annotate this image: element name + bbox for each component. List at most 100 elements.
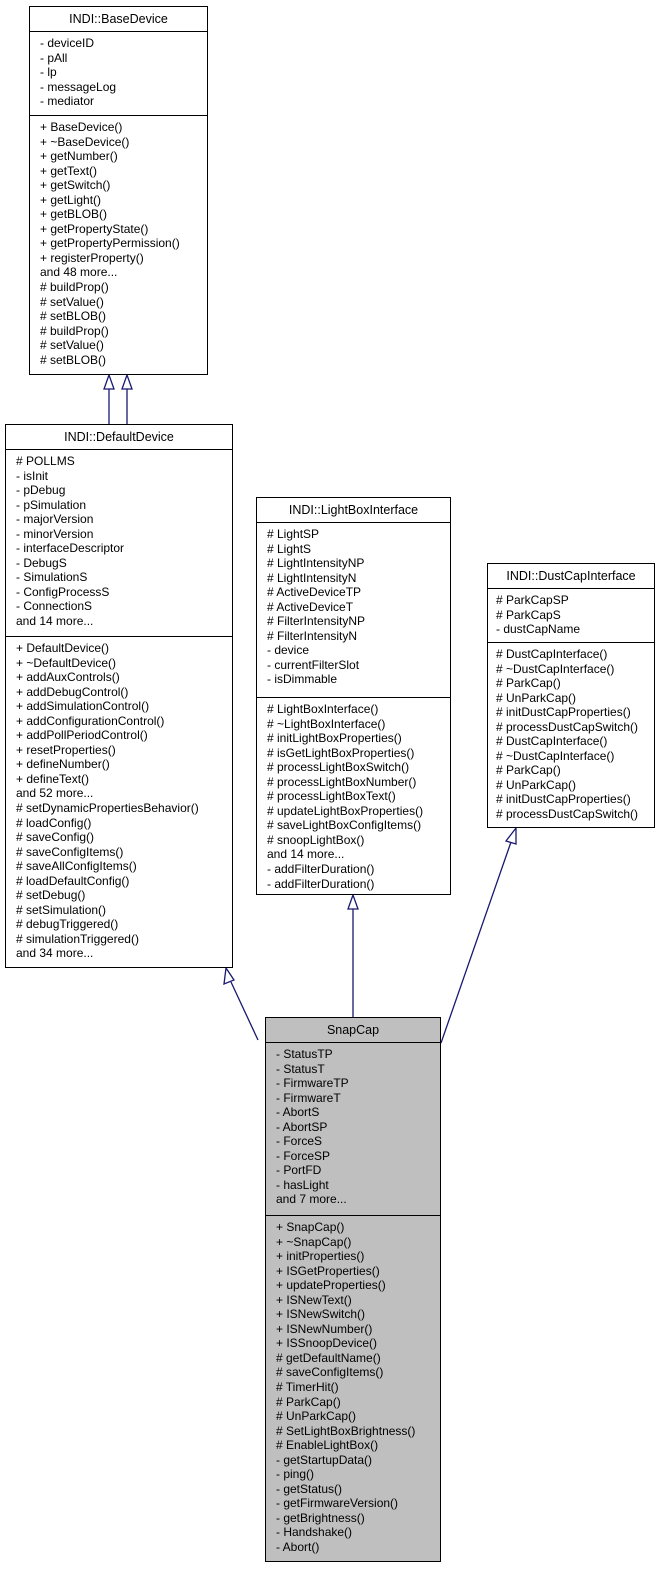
class-method[interactable]: and 52 more... xyxy=(16,786,232,801)
class-attribute[interactable]: - minorVersion xyxy=(16,527,232,542)
class-attribute[interactable]: - DebugS xyxy=(16,556,232,571)
class-base-device[interactable]: INDI::BaseDevice - deviceID - pAll - lp - m… xyxy=(29,6,208,375)
class-attribute[interactable]: - StatusTP xyxy=(276,1047,440,1062)
class-attribute[interactable]: - FirmwareT xyxy=(276,1091,440,1106)
class-method[interactable]: # ~DustCapInterface() xyxy=(496,749,654,764)
class-attribute[interactable]: # FilterIntensityNP xyxy=(267,614,450,629)
class-attribute[interactable]: # LightIntensityNP xyxy=(267,556,450,571)
class-attribute[interactable]: - device xyxy=(267,643,450,658)
class-attribute[interactable]: - lp xyxy=(40,65,207,80)
class-method[interactable]: - addFilterDuration() xyxy=(267,877,450,892)
class-method[interactable]: + getPropertyState() xyxy=(40,222,207,237)
class-method[interactable]: # loadDefaultConfig() xyxy=(16,874,232,889)
class-method[interactable]: - getStatus() xyxy=(276,1482,440,1497)
class-default-device[interactable]: INDI::DefaultDevice # POLLMS - isInit - pD… xyxy=(5,424,233,968)
class-method[interactable]: # setBLOB() xyxy=(40,353,207,368)
class-dust-cap-interface[interactable]: INDI::DustCapInterface # ParkCapSP # Park… xyxy=(487,563,655,828)
class-method[interactable]: + getSwitch() xyxy=(40,178,207,193)
class-attribute[interactable]: # ActiveDeviceTP xyxy=(267,585,450,600)
class-method[interactable]: # updateLightBoxProperties() xyxy=(267,804,450,819)
class-method[interactable]: # UnParkCap() xyxy=(496,778,654,793)
class-attribute[interactable]: - currentFilterSlot xyxy=(267,658,450,673)
class-method[interactable]: - addFilterDuration() xyxy=(267,862,450,877)
class-attribute[interactable]: - isDimmable xyxy=(267,672,450,687)
class-attribute[interactable]: and 14 more... xyxy=(16,614,232,629)
class-method[interactable]: + ISGetProperties() xyxy=(276,1264,440,1279)
class-method[interactable]: + ISNewNumber() xyxy=(276,1322,440,1337)
class-method[interactable]: + DefaultDevice() xyxy=(16,641,232,656)
class-method[interactable]: # saveConfigItems() xyxy=(276,1365,440,1380)
class-method[interactable]: # ParkCap() xyxy=(276,1395,440,1410)
class-method[interactable]: and 14 more... xyxy=(267,847,450,862)
class-method[interactable]: + ISNewSwitch() xyxy=(276,1307,440,1322)
class-attribute[interactable]: - interfaceDescriptor xyxy=(16,541,232,556)
class-attribute[interactable]: - mediator xyxy=(40,94,207,109)
class-method[interactable]: # ParkCap() xyxy=(496,676,654,691)
class-method[interactable]: # saveLightBoxConfigItems() xyxy=(267,818,450,833)
class-method[interactable]: # DustCapInterface() xyxy=(496,647,654,662)
class-method[interactable]: + registerProperty() xyxy=(40,251,207,266)
class-method[interactable]: # debugTriggered() xyxy=(16,917,232,932)
class-light-box-interface[interactable]: INDI::LightBoxInterface # LightSP # Light… xyxy=(256,497,451,895)
class-method[interactable]: # buildProp() xyxy=(40,280,207,295)
class-attribute[interactable]: - AbortS xyxy=(276,1105,440,1120)
class-method[interactable]: + resetProperties() xyxy=(16,743,232,758)
class-method[interactable]: + initProperties() xyxy=(276,1249,440,1264)
class-method[interactable]: # isGetLightBoxProperties() xyxy=(267,746,450,761)
class-method[interactable]: # loadConfig() xyxy=(16,816,232,831)
class-method[interactable]: # processLightBoxText() xyxy=(267,789,450,804)
class-method[interactable]: and 34 more... xyxy=(16,946,232,961)
class-attribute[interactable]: - AbortSP xyxy=(276,1120,440,1135)
class-method[interactable]: + getNumber() xyxy=(40,149,207,164)
class-method[interactable]: # UnParkCap() xyxy=(276,1409,440,1424)
class-method[interactable]: + getBLOB() xyxy=(40,207,207,222)
class-method[interactable]: - getBrightness() xyxy=(276,1511,440,1526)
class-method[interactable]: # setBLOB() xyxy=(40,309,207,324)
class-method[interactable]: - getFirmwareVersion() xyxy=(276,1496,440,1511)
class-method[interactable]: # getDefaultName() xyxy=(276,1351,440,1366)
class-attribute[interactable]: - ConfigProcessS xyxy=(16,585,232,600)
class-method[interactable]: + BaseDevice() xyxy=(40,120,207,135)
class-attribute[interactable]: - FirmwareTP xyxy=(276,1076,440,1091)
class-method[interactable]: + defineNumber() xyxy=(16,757,232,772)
class-attribute[interactable]: - PortFD xyxy=(276,1163,440,1178)
class-attribute[interactable]: - hasLight xyxy=(276,1178,440,1193)
class-attribute[interactable]: # LightS xyxy=(267,542,450,557)
class-attribute[interactable]: # ActiveDeviceT xyxy=(267,600,450,615)
class-attribute[interactable]: # ParkCapS xyxy=(496,608,654,623)
class-method[interactable]: + SnapCap() xyxy=(276,1220,440,1235)
class-attribute[interactable]: # FilterIntensityN xyxy=(267,629,450,644)
class-method[interactable]: + ISSnoopDevice() xyxy=(276,1336,440,1351)
class-method[interactable]: # EnableLightBox() xyxy=(276,1438,440,1453)
class-method[interactable]: + ISNewText() xyxy=(276,1293,440,1308)
class-method[interactable]: # setDebug() xyxy=(16,888,232,903)
class-attribute[interactable]: - ForceS xyxy=(276,1134,440,1149)
class-method[interactable]: # simulationTriggered() xyxy=(16,932,232,947)
class-attribute[interactable]: - pDebug xyxy=(16,483,232,498)
class-method[interactable]: + addConfigurationControl() xyxy=(16,714,232,729)
class-method[interactable]: # setSimulation() xyxy=(16,903,232,918)
class-method[interactable]: # setValue() xyxy=(40,295,207,310)
class-method[interactable]: # initDustCapProperties() xyxy=(496,705,654,720)
class-method[interactable]: # initDustCapProperties() xyxy=(496,792,654,807)
class-attribute[interactable]: # LightIntensityN xyxy=(267,571,450,586)
class-attribute[interactable]: - ForceSP xyxy=(276,1149,440,1164)
class-method[interactable]: + ~BaseDevice() xyxy=(40,135,207,150)
class-method[interactable]: + getText() xyxy=(40,164,207,179)
class-method[interactable]: # DustCapInterface() xyxy=(496,734,654,749)
class-attribute[interactable]: - dustCapName xyxy=(496,622,654,637)
class-method[interactable]: # ParkCap() xyxy=(496,763,654,778)
class-attribute[interactable]: - StatusT xyxy=(276,1062,440,1077)
class-attribute[interactable]: and 7 more... xyxy=(276,1192,440,1207)
class-method[interactable]: + ~DefaultDevice() xyxy=(16,656,232,671)
class-method[interactable]: # TimerHit() xyxy=(276,1380,440,1395)
class-method[interactable]: # LightBoxInterface() xyxy=(267,702,450,717)
class-snap-cap[interactable]: SnapCap - StatusTP - StatusT - FirmwareTP -… xyxy=(265,1017,441,1562)
class-method[interactable]: # SetLightBoxBrightness() xyxy=(276,1424,440,1439)
class-attribute[interactable]: - pSimulation xyxy=(16,498,232,513)
class-method[interactable]: # processDustCapSwitch() xyxy=(496,720,654,735)
class-method[interactable]: and 48 more... xyxy=(40,265,207,280)
class-method[interactable]: # processDustCapSwitch() xyxy=(496,807,654,822)
class-attribute[interactable]: - pAll xyxy=(40,51,207,66)
class-attribute[interactable]: - majorVersion xyxy=(16,512,232,527)
